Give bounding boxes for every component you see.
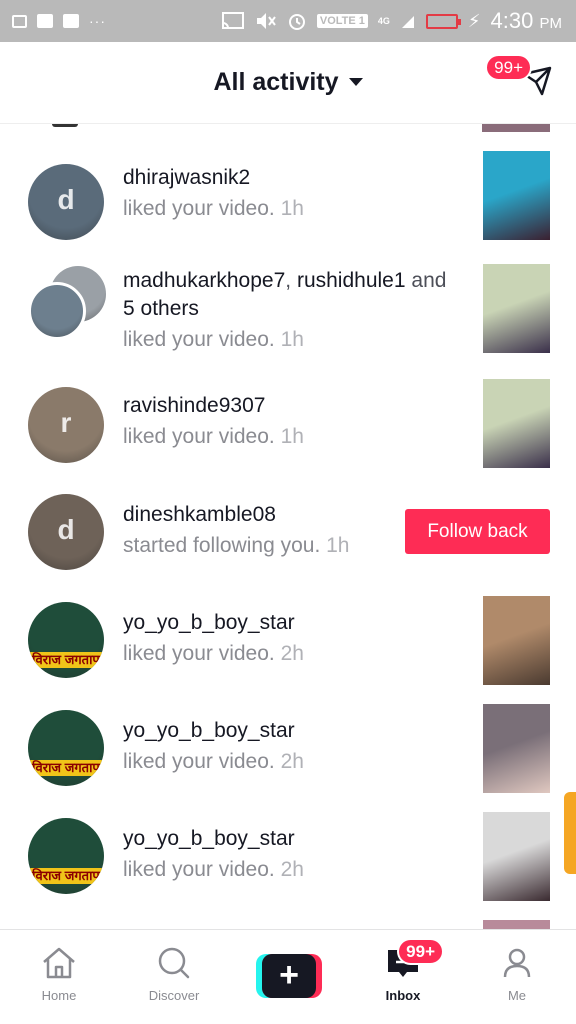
activity-text: ravishinde9307 liked your video. 1h	[123, 392, 468, 451]
cast-icon	[221, 12, 244, 29]
username-link[interactable]: dhirajwasnik2	[123, 166, 250, 189]
activity-text: yo_yo_b_boy_star liked your video. 2h	[123, 825, 468, 884]
video-thumbnail[interactable]	[483, 151, 550, 240]
avatar[interactable]: विराज जगताप	[28, 710, 104, 786]
activity-text: yo_yo_b_boy_star liked your video. 2h	[123, 717, 468, 776]
activity-time: 1h	[280, 425, 304, 448]
avatar-banner-text: विराज जगताप	[28, 760, 104, 776]
status-bar-left: ···	[12, 13, 106, 29]
charging-icon: ⚡	[467, 10, 481, 31]
nav-me[interactable]: Me	[472, 944, 562, 1003]
nav-discover-label: Discover	[148, 988, 200, 1003]
activity-list[interactable]: d dhirajwasnik2 liked your video. 1h mad…	[0, 124, 576, 929]
follow-back-button[interactable]: Follow back	[405, 509, 550, 554]
activity-time: 1h	[280, 328, 304, 351]
avatar[interactable]: d	[28, 164, 104, 240]
activity-time: 2h	[280, 858, 304, 881]
activity-text: dhirajwasnik2 liked your video. 1h	[123, 164, 468, 223]
avatar-initial: d	[57, 184, 75, 215]
avatar-group[interactable]	[28, 266, 108, 346]
username-link[interactable]: madhukarkhope7	[123, 269, 285, 292]
chevron-down-icon	[348, 78, 363, 86]
profile-icon	[503, 948, 531, 978]
username-link[interactable]: yo_yo_b_boy_star	[123, 827, 295, 850]
username-link[interactable]: yo_yo_b_boy_star	[123, 611, 295, 634]
activity-action: liked your video.	[123, 858, 275, 881]
mute-icon	[256, 13, 276, 29]
avatar-initial: r	[60, 407, 72, 438]
header: All activity 99+	[0, 42, 576, 124]
activity-time: 1h	[326, 534, 350, 557]
avatar-banner-text: विराज जगताप	[28, 868, 104, 884]
volte-indicator: VOLTE 1	[316, 14, 368, 28]
others-link[interactable]: 5 others	[123, 297, 199, 320]
username-link[interactable]: dineshkamble08	[123, 503, 276, 526]
nav-me-label: Me	[507, 988, 527, 1003]
nav-home-label: Home	[41, 988, 77, 1003]
dm-count-badge: 99+	[485, 54, 532, 81]
image-icon	[37, 14, 53, 28]
video-thumbnail[interactable]	[483, 704, 550, 793]
status-bar-right: VOLTE 1 4G ⚡ 4:30 PM	[221, 8, 562, 34]
activity-action: started following you.	[123, 534, 321, 557]
username-link[interactable]: ravishinde9307	[123, 394, 265, 417]
video-thumbnail[interactable]	[483, 379, 550, 468]
search-icon	[158, 947, 190, 979]
avatar[interactable]: विराज जगताप	[28, 602, 104, 678]
avatar	[28, 282, 86, 340]
page-title: All activity	[213, 68, 339, 96]
activity-text: yo_yo_b_boy_star liked your video. 2h	[123, 609, 468, 668]
home-icon	[43, 947, 75, 979]
nav-inbox-label: Inbox	[385, 988, 421, 1003]
battery-icon	[425, 13, 461, 29]
avatar-banner-text: विराज जगताप	[28, 652, 104, 668]
activity-action: liked your video.	[123, 328, 275, 351]
username-link[interactable]: rushidhule1	[297, 269, 406, 292]
status-bar: ··· VOLTE 1 4G ⚡ 4:30 PM	[0, 0, 576, 42]
photo-icon	[63, 14, 79, 28]
signal-icon	[401, 16, 414, 28]
activity-time: 1h	[280, 197, 304, 220]
avatar-initial: d	[57, 514, 75, 545]
nav-discover[interactable]: Discover	[129, 944, 219, 1003]
activity-time: 2h	[280, 642, 304, 665]
avatar[interactable]: विराज जगताप	[28, 818, 104, 894]
nav-home[interactable]: Home	[14, 944, 104, 1003]
avatar	[52, 124, 78, 127]
activity-action: liked your video.	[123, 642, 275, 665]
plus-icon: +	[262, 954, 316, 998]
activity-text: madhukarkhope7, rushidhule1 and 5 others…	[123, 269, 447, 351]
bottom-nav: Home Discover + Inbox 99+ Me	[0, 929, 576, 1024]
alarm-icon	[288, 14, 305, 30]
activity-time: 2h	[280, 750, 304, 773]
create-button[interactable]: +	[256, 954, 322, 998]
video-thumbnail[interactable]	[483, 812, 550, 901]
more-dots-icon: ···	[89, 13, 106, 29]
activity-action: liked your video.	[123, 750, 275, 773]
video-thumbnail[interactable]	[483, 596, 550, 685]
net-type-label: 4G	[377, 15, 390, 26]
video-thumbnail[interactable]	[483, 920, 550, 929]
status-clock: 4:30 PM	[490, 8, 562, 33]
activity-action: liked your video.	[123, 197, 275, 220]
avatar[interactable]: r	[28, 387, 104, 463]
username-link[interactable]: yo_yo_b_boy_star	[123, 719, 295, 742]
video-thumbnail[interactable]	[483, 264, 550, 353]
video-icon	[12, 14, 27, 28]
scroll-handle[interactable]	[564, 792, 576, 874]
activity-action: liked your video.	[123, 425, 275, 448]
inbox-count-badge: 99+	[397, 938, 444, 965]
video-thumbnail[interactable]	[482, 124, 550, 132]
avatar[interactable]: d	[28, 494, 104, 570]
nav-inbox[interactable]: Inbox 99+	[358, 938, 448, 1003]
